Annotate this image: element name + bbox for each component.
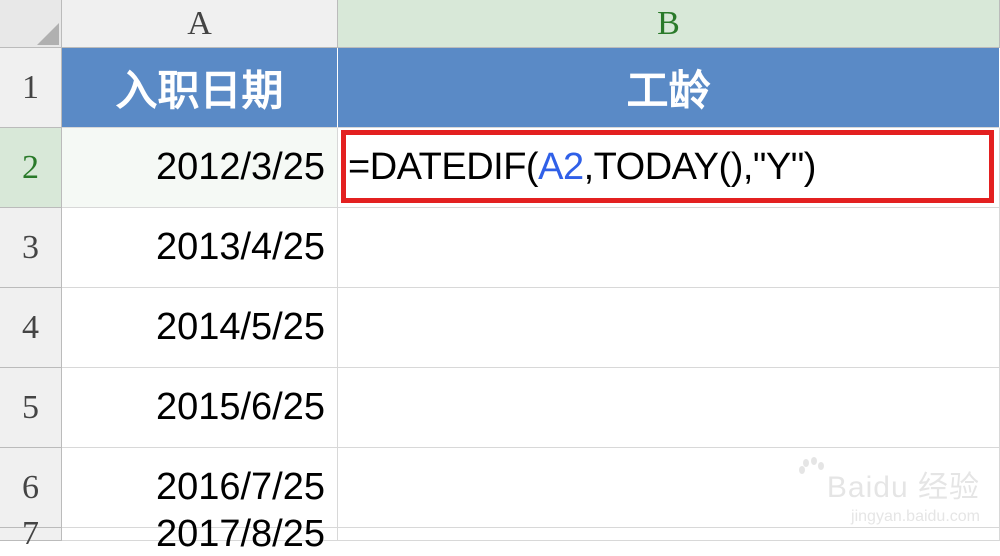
formula-content: =DATEDIF(A2,TODAY(),"Y") <box>338 146 826 189</box>
cell-b3[interactable] <box>338 208 1000 288</box>
formula-ref-a2: A2 <box>538 146 583 189</box>
cell-b6[interactable] <box>338 448 1000 528</box>
header-cell-b1[interactable]: 工龄 <box>338 48 1000 128</box>
formula-mid: ,TODAY <box>584 146 719 189</box>
row-header-7[interactable]: 7 <box>0 528 62 541</box>
formula-prefix: =DATEDIF( <box>348 146 538 189</box>
row-header-1[interactable]: 1 <box>0 48 62 128</box>
row-header-5[interactable]: 5 <box>0 368 62 448</box>
formula-paren-open: ( <box>719 146 731 189</box>
row-header-3[interactable]: 3 <box>0 208 62 288</box>
cell-a5[interactable]: 2015/6/25 <box>62 368 338 448</box>
select-all-corner[interactable] <box>0 0 62 48</box>
cell-b5[interactable] <box>338 368 1000 448</box>
header-cell-a1[interactable]: 入职日期 <box>62 48 338 128</box>
cell-a3[interactable]: 2013/4/25 <box>62 208 338 288</box>
row-header-4[interactable]: 4 <box>0 288 62 368</box>
corner-triangle-icon <box>37 23 59 45</box>
cell-a4[interactable]: 2014/5/25 <box>62 288 338 368</box>
col-header-b[interactable]: B <box>338 0 1000 48</box>
cell-b4[interactable] <box>338 288 1000 368</box>
col-header-a[interactable]: A <box>62 0 338 48</box>
cell-a7[interactable]: 2017/8/25 <box>62 528 338 541</box>
cell-b2[interactable]: =DATEDIF(A2,TODAY(),"Y") <box>338 128 1000 208</box>
cell-a2[interactable]: 2012/3/25 <box>62 128 338 208</box>
row-header-2[interactable]: 2 <box>0 128 62 208</box>
formula-suffix: ,"Y") <box>743 146 816 189</box>
cell-b7[interactable] <box>338 528 1000 541</box>
formula-paren-close: ) <box>731 146 743 189</box>
spreadsheet-grid: A B 1 入职日期 工龄 2 2012/3/25 =DATEDIF(A2,TO… <box>0 0 1000 541</box>
